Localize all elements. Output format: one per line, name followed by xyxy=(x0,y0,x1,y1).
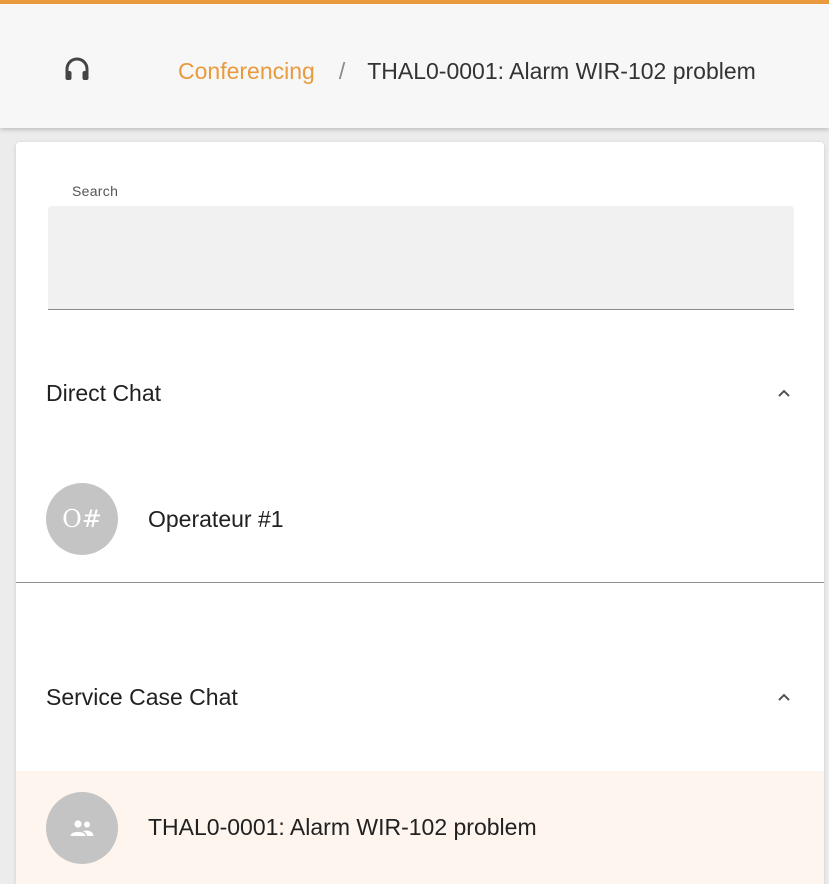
breadcrumb-separator: / xyxy=(338,58,346,84)
section-divider xyxy=(16,582,824,583)
breadcrumb: Conferencing / THAL0-0001: Alarm WIR-102… xyxy=(178,56,756,86)
app-root: Conferencing / THAL0-0001: Alarm WIR-102… xyxy=(0,0,829,884)
breadcrumb-current: THAL0-0001: Alarm WIR-102 problem xyxy=(367,58,756,84)
top-bar: Conferencing / THAL0-0001: Alarm WIR-102… xyxy=(0,0,829,128)
chat-item-name: THAL0-0001: Alarm WIR-102 problem xyxy=(148,814,537,840)
chevron-up-icon[interactable] xyxy=(774,383,794,403)
avatar: O# xyxy=(46,483,118,555)
chat-panel: Search Direct Chat O# Operateur #1 Servi… xyxy=(16,142,824,884)
search-input[interactable] xyxy=(48,206,794,310)
direct-chat-header[interactable]: Direct Chat xyxy=(16,338,824,448)
chat-item-name: Operateur #1 xyxy=(148,505,284,532)
chevron-up-icon[interactable] xyxy=(774,687,794,707)
service-case-chat-header[interactable]: Service Case Chat xyxy=(16,642,824,752)
headset-icon[interactable] xyxy=(64,56,90,82)
breadcrumb-conferencing-link[interactable]: Conferencing xyxy=(178,56,315,86)
service-case-chat-title: Service Case Chat xyxy=(46,683,238,710)
group-avatar xyxy=(46,791,118,864)
direct-chat-item[interactable]: O# Operateur #1 xyxy=(16,482,824,556)
group-icon xyxy=(70,819,94,836)
search-label: Search xyxy=(72,183,119,199)
service-case-chat-item[interactable]: THAL0-0001: Alarm WIR-102 problem xyxy=(16,771,824,884)
direct-chat-title: Direct Chat xyxy=(46,379,162,406)
